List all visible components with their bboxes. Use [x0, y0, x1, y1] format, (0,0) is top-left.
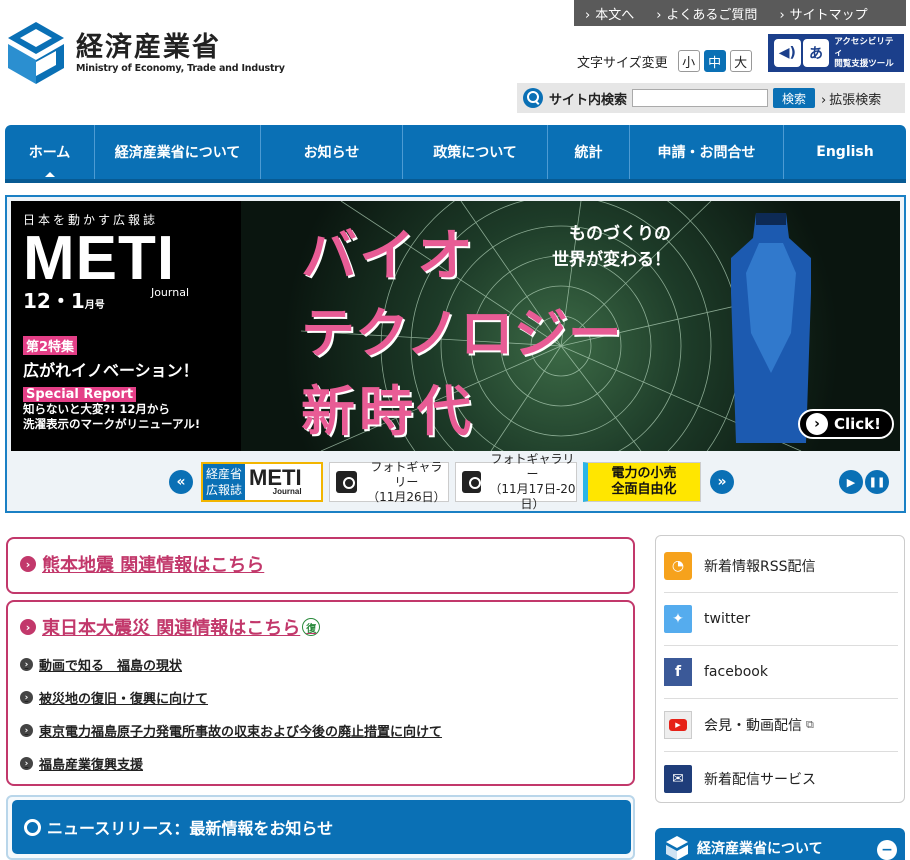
banner-report-tag: Special Report: [23, 387, 137, 402]
banner-journal-cover: 日本を動かす広報誌 METI Journal 12・1月号 第2特集 広がれイノ…: [11, 201, 241, 451]
accessibility-line1: アクセシビリティ: [834, 36, 894, 58]
side-video[interactable]: ▶ 会見・動画配信 ⧉: [664, 699, 898, 752]
arrow-right-icon: ›: [20, 724, 33, 737]
util-link-sitemap[interactable]: サイトマップ: [768, 4, 878, 23]
logo-english: Ministry of Economy, Trade and Industry: [76, 62, 285, 74]
font-size-medium[interactable]: 中: [703, 50, 726, 72]
nav-policy[interactable]: 政策について: [403, 125, 548, 179]
camera-icon: [336, 471, 357, 493]
side-mail-service[interactable]: ✉ 新着配信サービス: [664, 752, 898, 805]
banner-subtitle: ものづくりの 世界が変わる！: [552, 224, 671, 270]
accessibility-a-icon: あ: [802, 39, 830, 67]
nav-english[interactable]: English: [784, 125, 906, 179]
accessibility-tool-button[interactable]: ◀) あ アクセシビリティ 閲覧支援ツール: [768, 34, 904, 72]
search-icon: [523, 88, 543, 108]
arrow-right-icon: ›: [20, 691, 33, 704]
font-size-large[interactable]: 大: [729, 50, 752, 72]
side-facebook[interactable]: f facebook: [664, 646, 898, 699]
tohoku-item-video[interactable]: › 動画で知る 福島の現状: [20, 648, 633, 681]
banner-report-text2: 洗濯表示のマークがリニューアル!: [23, 417, 201, 431]
thumb-photo-gallery-1[interactable]: フォトギャラリー （11月26日）: [329, 460, 449, 504]
banner-feature-tag: 第2特集: [23, 336, 78, 355]
banner-feature-text: 広がれイノベーション！: [23, 361, 199, 380]
featured-banner[interactable]: 日本を動かす広報誌 METI Journal 12・1月号 第2特集 広がれイノ…: [11, 201, 900, 451]
thumb-meti-journal[interactable]: 経産省 広報誌 METI Journal: [201, 462, 323, 502]
side-twitter[interactable]: ✦ twitter: [664, 593, 898, 646]
next-slide-button[interactable]: »: [710, 470, 734, 494]
circle-icon: [24, 818, 41, 836]
banner-title-1: バイオ: [301, 224, 475, 289]
meti-logo-icon: [8, 22, 64, 84]
kumamoto-link[interactable]: › 熊本地震 関連情報はこちら: [20, 551, 633, 577]
main-nav: ホーム 経済産業省について お知らせ 政策について 統計 申請・お問合せ Eng…: [5, 125, 906, 183]
nav-home[interactable]: ホーム: [5, 125, 95, 179]
arrow-right-icon: ›: [20, 556, 36, 572]
banner-meti: METI: [23, 224, 176, 293]
thumb-meti-tag: 経産省 広報誌: [203, 464, 246, 500]
rss-icon: ◔: [664, 552, 692, 580]
featured-slider: 日本を動かす広報誌 METI Journal 12・1月号 第2特集 広がれイノ…: [5, 195, 906, 513]
search-input[interactable]: [632, 89, 769, 107]
banner-click-button[interactable]: › Click!: [798, 409, 894, 439]
click-label: Click!: [834, 415, 881, 433]
twitter-icon: ✦: [664, 605, 692, 633]
external-link-icon: ⧉: [806, 718, 814, 731]
nav-contact[interactable]: 申請・お問合せ: [630, 125, 784, 179]
speaker-icon: ◀): [774, 39, 801, 67]
play-icon[interactable]: ▶: [839, 470, 863, 494]
font-size-small[interactable]: 小: [677, 50, 700, 72]
util-link-faq[interactable]: よくあるご質問: [645, 4, 768, 23]
thumb-power-liberalization[interactable]: 電力の小売 全面自由化: [583, 462, 701, 502]
reconstruction-badge-icon: 復: [302, 618, 321, 636]
tohoku-item-nuclear[interactable]: › 東京電力福島原子力発電所事故の収束および今後の廃止措置に向けて: [20, 714, 633, 747]
collapse-icon[interactable]: −: [877, 840, 897, 860]
tohoku-item-fukushima-industry[interactable]: › 福島産業復興支援: [20, 747, 633, 780]
site-search: サイト内検索 検索 拡張検索: [517, 83, 905, 113]
arrow-right-icon: ›: [20, 757, 33, 770]
util-link-main[interactable]: 本文へ: [574, 4, 645, 23]
banner-title-3: 新時代: [301, 380, 475, 443]
facebook-icon: f: [664, 658, 692, 686]
search-button[interactable]: 検索: [773, 88, 816, 108]
nav-statistics[interactable]: 統計: [548, 125, 630, 179]
side-rss[interactable]: ◔ 新着情報RSS配信: [664, 540, 898, 593]
arrow-right-icon: ›: [20, 658, 33, 671]
accessibility-line2: 閲覧支援ツール: [834, 58, 894, 69]
nav-news[interactable]: お知らせ: [261, 125, 403, 179]
meti-logo-small-icon: [666, 836, 688, 860]
tohoku-box: › 東日本大震災 関連情報はこちら 復 › 動画で知る 福島の現状 › 被災地の復旧…: [6, 600, 635, 786]
tohoku-item-recovery[interactable]: › 被災地の復旧・復興に向けて: [20, 681, 633, 714]
mail-icon: ✉: [664, 764, 692, 793]
prev-slide-button[interactable]: «: [169, 470, 193, 494]
news-release-header[interactable]: ニュースリリース：最新情報をお知らせ: [12, 800, 631, 854]
thumb-photo-gallery-2[interactable]: フォトギャラリー （11月17日-20日）: [455, 452, 577, 511]
banner-title-2: テクノロジー: [301, 302, 622, 365]
slider-thumbnails: « 経産省 広報誌 METI Journal フォトギャラリー （11月26日） フォ…: [7, 452, 904, 511]
logo-japanese: 経済産業省: [76, 31, 221, 63]
side-about-header[interactable]: 経済産業省について −: [655, 828, 905, 860]
youtube-icon: ▶: [664, 711, 692, 739]
news-release-section: ニュースリリース：最新情報をお知らせ: [6, 795, 635, 860]
search-label: サイト内検索: [549, 92, 628, 108]
pause-icon[interactable]: ❚❚: [865, 470, 889, 494]
site-logo[interactable]: 経済産業省 Ministry of Economy, Trade and Ind…: [6, 22, 285, 84]
thumb-meti-big: METI Journal: [249, 465, 302, 496]
nav-about[interactable]: 経済産業省について: [95, 125, 261, 179]
utility-bar: 本文へ よくあるご質問 サイトマップ: [574, 0, 906, 26]
side-links: ◔ 新着情報RSS配信 ✦ twitter f facebook ▶ 会見・動画…: [655, 535, 905, 803]
font-size-label: 文字サイズ変更: [577, 55, 668, 71]
tohoku-link[interactable]: › 東日本大震災 関連情報はこちら 復: [20, 614, 633, 640]
advanced-search-link[interactable]: 拡張検索: [821, 89, 881, 108]
font-size-control: 文字サイズ変更 小 中 大: [577, 50, 752, 72]
camera-icon: [462, 471, 481, 493]
kumamoto-box: › 熊本地震 関連情報はこちら: [6, 537, 635, 594]
banner-spiderweb-image: バイオ ものづくりの 世界が変わる！ テクノロジー 新時代 › Click!: [241, 201, 900, 451]
chevron-right-icon: ›: [806, 413, 828, 435]
banner-report-text1: 知らないと大変?! 12月から: [23, 402, 170, 416]
arrow-right-icon: ›: [20, 619, 36, 635]
